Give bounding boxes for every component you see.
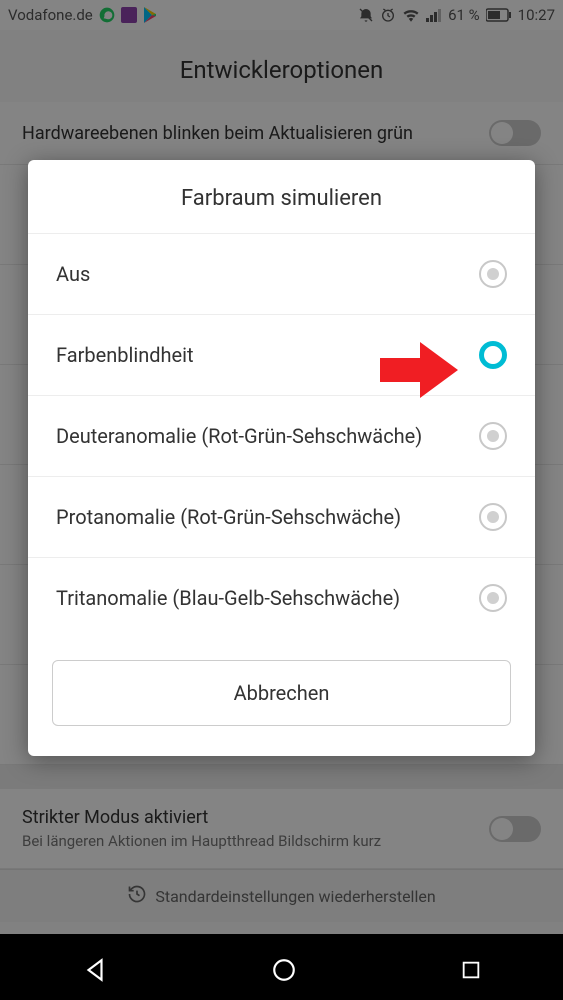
option-label: Aus: [56, 262, 90, 286]
back-button[interactable]: [82, 957, 108, 983]
radio-icon[interactable]: [479, 503, 507, 531]
color-space-dialog: Farbraum simulieren Aus Farbenblindheit …: [28, 160, 535, 756]
radio-icon[interactable]: [479, 584, 507, 612]
option-label: Tritanomalie (Blau-Gelb-Sehschwäche): [56, 586, 400, 610]
radio-icon[interactable]: [479, 260, 507, 288]
radio-option-protanomalie[interactable]: Protanomalie (Rot-Grün-Sehschwäche): [28, 476, 535, 557]
radio-option-aus[interactable]: Aus: [28, 233, 535, 314]
radio-option-tritanomalie[interactable]: Tritanomalie (Blau-Gelb-Sehschwäche): [28, 557, 535, 638]
modal-overlay[interactable]: Farbraum simulieren Aus Farbenblindheit …: [0, 0, 563, 1000]
radio-option-deuteranomalie[interactable]: Deuteranomalie (Rot-Grün-Sehschwäche): [28, 395, 535, 476]
cancel-button[interactable]: Abbrechen: [52, 660, 511, 726]
navigation-bar: [0, 940, 563, 1000]
radio-icon-selected[interactable]: [479, 341, 507, 369]
radio-icon[interactable]: [479, 422, 507, 450]
radio-option-farbenblindheit[interactable]: Farbenblindheit: [28, 314, 535, 395]
recent-apps-button[interactable]: [460, 959, 482, 981]
option-label: Protanomalie (Rot-Grün-Sehschwäche): [56, 505, 401, 529]
dialog-title: Farbraum simulieren: [28, 160, 535, 233]
option-label: Farbenblindheit: [56, 343, 194, 367]
option-label: Deuteranomalie (Rot-Grün-Sehschwäche): [56, 424, 422, 448]
home-button[interactable]: [271, 957, 297, 983]
